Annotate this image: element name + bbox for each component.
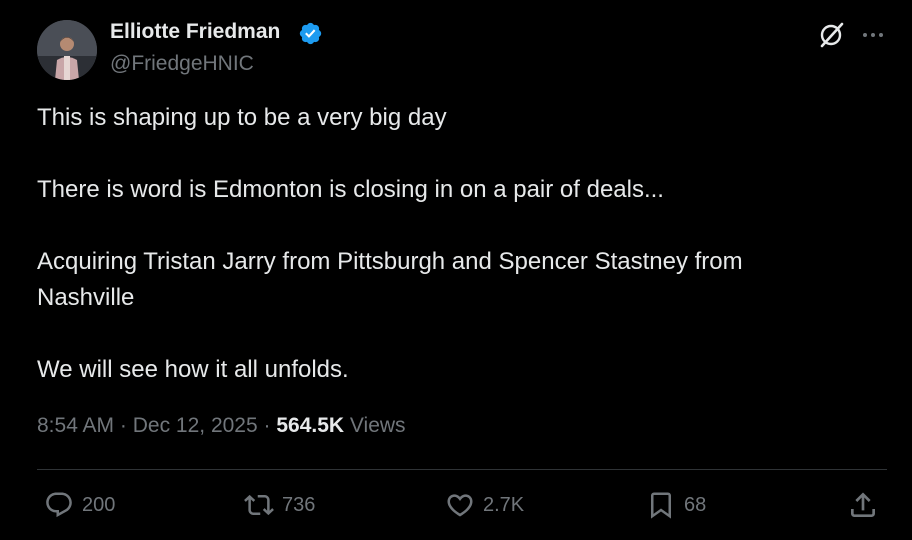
bookmark-icon <box>651 492 671 519</box>
post-line: This is shaping up to be a very big day <box>37 104 447 131</box>
more-icon[interactable] <box>860 22 886 48</box>
divider <box>37 469 887 470</box>
post-time[interactable]: 8:54 AM <box>37 414 114 437</box>
verified-badge-icon <box>299 22 322 45</box>
repost-count: 736 <box>282 493 316 516</box>
repost-icon <box>244 494 274 516</box>
meta-separator: · <box>114 414 133 437</box>
post-line: We will see how it all unfolds. <box>37 356 349 383</box>
reply-count: 200 <box>82 493 116 516</box>
views-count: 564.5K <box>276 414 345 437</box>
like-button[interactable]: 2.7K <box>445 489 524 521</box>
bookmark-count: 68 <box>684 493 707 516</box>
heart-icon <box>447 494 473 517</box>
avatar[interactable] <box>37 20 97 80</box>
author-handle[interactable]: @FriedgeHNIC <box>110 52 254 76</box>
views-label: Views <box>344 414 406 437</box>
author-name[interactable]: Elliotte Friedman <box>110 20 280 44</box>
post-line: There is word is Edmonton is closing in … <box>37 176 664 203</box>
bookmark-button[interactable]: 68 <box>646 489 706 521</box>
share-icon[interactable] <box>847 489 879 521</box>
like-count: 2.7K <box>483 493 525 516</box>
post-date[interactable]: Dec 12, 2025 <box>133 414 258 437</box>
post-meta: 8:54 AM · Dec 12, 2025 · 564.5K Views <box>37 414 406 438</box>
reply-icon <box>46 492 72 518</box>
post-line: Acquiring Tristan Jarry from Pittsburgh … <box>37 248 743 275</box>
post-line: Nashville <box>37 284 135 311</box>
tweet: Elliotte Friedman @FriedgeHNIC This is s… <box>0 0 912 540</box>
grok-icon[interactable] <box>817 21 845 49</box>
reply-button[interactable]: 200 <box>44 489 115 521</box>
meta-separator: · <box>257 414 277 437</box>
repost-button[interactable]: 736 <box>244 489 315 521</box>
